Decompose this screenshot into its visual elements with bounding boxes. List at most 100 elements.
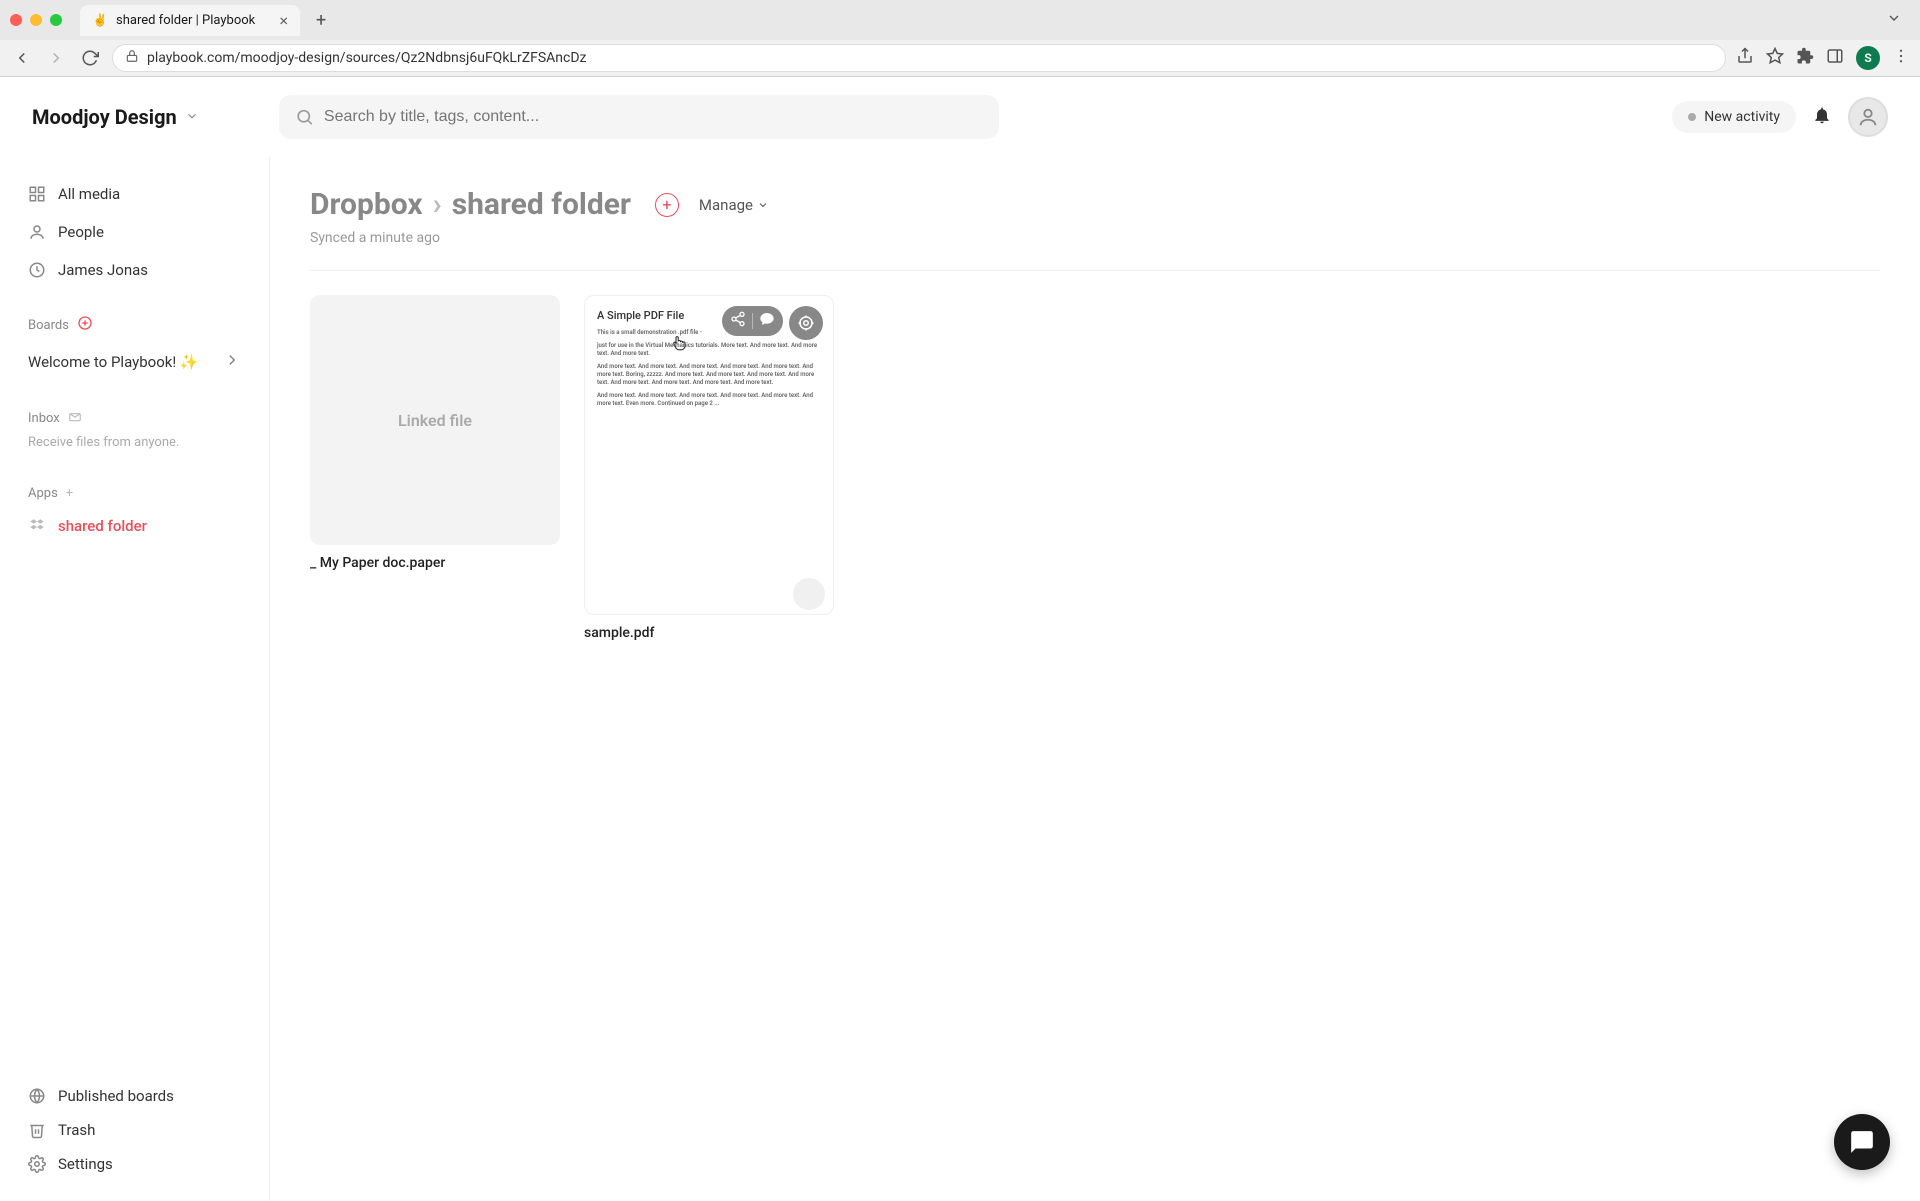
app-header: Moodjoy Design New activity: [0, 77, 1920, 157]
sidebar-item-all-media[interactable]: All media: [16, 177, 253, 211]
add-board-button[interactable]: [77, 315, 93, 335]
breadcrumb: Dropbox › shared folder + Manage: [310, 187, 1880, 222]
crumb-root[interactable]: Dropbox: [310, 187, 423, 222]
sync-status: Synced a minute ago: [310, 230, 1880, 246]
tabs-collapse-icon[interactable]: [1878, 10, 1910, 30]
sidebar-label: Welcome to Playbook! ✨: [28, 353, 199, 371]
traffic-lights: [10, 14, 62, 26]
file-thumbnail: A Simple PDF File This is a small demons…: [584, 295, 834, 615]
new-tab-button[interactable]: +: [308, 10, 334, 31]
crumb-separator: ›: [433, 187, 442, 222]
url-text: playbook.com/moodjoy-design/sources/Qz2N…: [147, 50, 586, 66]
window-close-icon[interactable]: [10, 14, 22, 26]
share-icon[interactable]: [1736, 47, 1754, 69]
sidebar-label: shared folder: [58, 517, 147, 535]
lock-icon: [125, 49, 139, 67]
bookmark-star-icon[interactable]: [1766, 47, 1784, 69]
file-name: sample.pdf: [584, 625, 834, 641]
window-minimize-icon[interactable]: [30, 14, 42, 26]
inbox-icon: [68, 409, 82, 427]
sidebar-label: Trash: [58, 1121, 95, 1139]
clock-icon: [28, 261, 46, 279]
user-avatar[interactable]: [1848, 97, 1888, 137]
chat-fab[interactable]: [1834, 1114, 1890, 1170]
file-card-linked[interactable]: Linked file _ My Paper doc.paper: [310, 295, 560, 641]
window-maximize-icon[interactable]: [50, 14, 62, 26]
notifications-button[interactable]: [1812, 105, 1832, 129]
reload-button[interactable]: [78, 46, 102, 70]
search-bar[interactable]: [279, 95, 999, 139]
manage-button[interactable]: Manage: [699, 196, 769, 214]
search-icon: [295, 107, 314, 127]
activity-dot-icon: [1688, 113, 1696, 121]
avatar-letter: S: [1864, 51, 1871, 65]
tab-bar: ✌️ shared folder | Playbook × +: [0, 0, 1920, 40]
forward-button[interactable]: [44, 46, 68, 70]
manage-label: Manage: [699, 196, 753, 214]
sidebar-item-person[interactable]: James Jonas: [16, 253, 253, 287]
boards-label: Boards: [28, 318, 69, 333]
gear-icon: [28, 1155, 46, 1173]
tab-title: shared folder | Playbook: [116, 13, 255, 28]
pdf-line: And more text. And more text. And more t…: [597, 363, 821, 388]
add-app-button[interactable]: +: [66, 486, 73, 501]
apps-section-label: Apps +: [16, 482, 253, 505]
sidebar-item-trash[interactable]: Trash: [16, 1113, 253, 1147]
file-grid: Linked file _ My Paper doc.paper A Simpl…: [310, 295, 1880, 641]
comment-action-button[interactable]: [759, 311, 775, 331]
chevron-down-icon: [185, 109, 199, 126]
new-activity-label: New activity: [1704, 109, 1780, 125]
inbox-section-label: Inbox: [16, 405, 253, 431]
divider: [310, 270, 1880, 271]
back-button[interactable]: [10, 46, 34, 70]
sidebar-label: All media: [58, 185, 120, 203]
browser-chrome: ✌️ shared folder | Playbook × + playbook…: [0, 0, 1920, 77]
pdf-line: just for use in the Virtual Mechanics tu…: [597, 342, 821, 359]
trash-icon: [28, 1121, 46, 1139]
toolbar-icons: S: [1736, 46, 1910, 70]
sidebar-label: James Jonas: [58, 261, 148, 279]
workspace-switcher[interactable]: Moodjoy Design: [32, 105, 199, 129]
file-card-pdf[interactable]: A Simple PDF File This is a small demons…: [584, 295, 834, 641]
sidebar-label: People: [58, 223, 104, 241]
pdf-line: And more text. And more text. And more t…: [597, 392, 821, 409]
inbox-subtitle: Receive files from anyone.: [16, 435, 253, 458]
sidepanel-icon[interactable]: [1826, 47, 1844, 69]
separator: [752, 313, 753, 329]
loading-indicator: [793, 578, 825, 610]
add-button[interactable]: +: [655, 193, 679, 217]
sidebar-label: Published boards: [58, 1087, 174, 1105]
chevron-down-icon: [757, 199, 769, 211]
sidebar-item-settings[interactable]: Settings: [16, 1147, 253, 1181]
url-field[interactable]: playbook.com/moodjoy-design/sources/Qz2N…: [112, 44, 1726, 72]
tab-close-icon[interactable]: ×: [279, 11, 288, 30]
sidebar: All media People James Jonas Boards Welc…: [0, 157, 270, 1201]
chat-icon: [1849, 1129, 1875, 1155]
share-action-button[interactable]: [730, 311, 746, 331]
browser-tab[interactable]: ✌️ shared folder | Playbook ×: [80, 5, 300, 36]
sidebar-item-shared-folder[interactable]: shared folder: [16, 509, 253, 543]
crumb-current: shared folder: [452, 187, 631, 222]
globe-icon: [28, 1087, 46, 1105]
person-icon: [1857, 106, 1879, 128]
apps-label: Apps: [28, 486, 58, 501]
profile-avatar[interactable]: S: [1856, 46, 1880, 70]
kebab-menu-icon[interactable]: [1892, 47, 1910, 69]
grid-icon: [28, 185, 46, 203]
sidebar-label: Settings: [58, 1155, 113, 1173]
sidebar-item-people[interactable]: People: [16, 215, 253, 249]
search-input[interactable]: [324, 108, 983, 126]
file-thumbnail: Linked file: [310, 295, 560, 545]
main-content: Dropbox › shared folder + Manage Synced …: [270, 157, 1920, 1201]
extensions-icon[interactable]: [1796, 47, 1814, 69]
dropbox-icon: [28, 517, 46, 535]
new-activity-button[interactable]: New activity: [1672, 101, 1796, 133]
address-bar: playbook.com/moodjoy-design/sources/Qz2N…: [0, 40, 1920, 76]
sidebar-item-published[interactable]: Published boards: [16, 1079, 253, 1113]
sidebar-item-welcome[interactable]: Welcome to Playbook! ✨: [16, 343, 253, 381]
chevron-right-icon: [223, 351, 241, 373]
linked-file-label: Linked file: [398, 411, 472, 430]
file-name: _ My Paper doc.paper: [310, 555, 560, 571]
target-action-button[interactable]: [789, 306, 823, 340]
boards-section-label: Boards: [16, 311, 253, 339]
